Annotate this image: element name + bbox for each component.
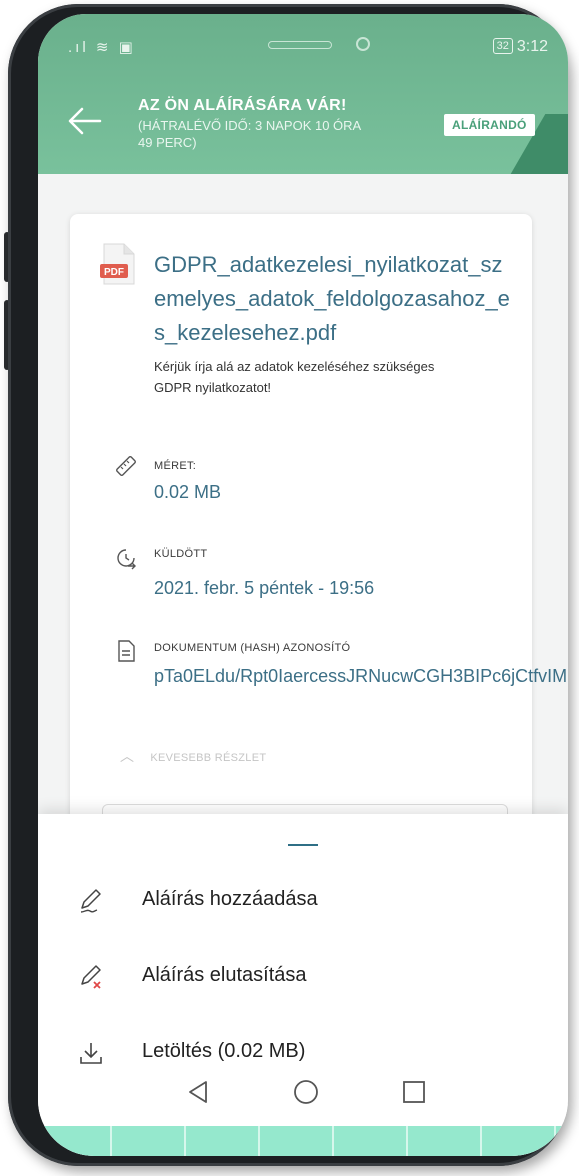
bottom-color-strip	[38, 1126, 568, 1156]
pdf-file-icon: PDF	[100, 242, 136, 286]
chevron-up-icon: ︿	[120, 748, 135, 764]
document-filename[interactable]: GDPR_adatkezelesi_nyilatkozat_szemelyes_…	[154, 248, 514, 350]
nav-back-icon[interactable]	[182, 1076, 214, 1108]
status-time: 3:12	[516, 38, 548, 55]
android-nav-bar	[38, 1064, 568, 1120]
phone-frame: .ıl ≋ ▣ 32 3:12 AZ ÖN ALÁÍRÁSÁRA VÁR! (HÁ…	[8, 4, 568, 1166]
size-label: MÉRET:	[154, 460, 197, 472]
screen: .ıl ≋ ▣ 32 3:12 AZ ÖN ALÁÍRÁSÁRA VÁR! (HÁ…	[38, 14, 568, 1156]
document-content: PDF GDPR_adatkezelesi_nyilatkozat_szemel…	[38, 174, 568, 866]
bottom-sheet: Aláírás hozzáadása Aláírás elutasítása L…	[38, 814, 568, 1156]
signal-wifi-icons: .ıl ≋ ▣	[68, 39, 136, 56]
front-camera	[356, 37, 370, 51]
pdf-tag: PDF	[104, 267, 124, 278]
reject-signature-label: Aláírás elutasítása	[142, 964, 307, 986]
back-arrow-icon[interactable]	[68, 106, 102, 142]
nav-recents-icon[interactable]	[398, 1076, 430, 1108]
clock-send-icon	[114, 546, 138, 570]
document-card: PDF GDPR_adatkezelesi_nyilatkozat_szemel…	[70, 214, 568, 866]
document-description: Kérjük írja alá az adatok kezeléséhez sz…	[154, 359, 435, 395]
remaining-time: (HÁTRALÉVŐ IDŐ: 3 NAPOK 10 ÓRA 49 PERC)	[138, 118, 361, 150]
download-label: Letöltés (0.02 MB)	[142, 1040, 306, 1062]
header-bar: .ıl ≋ ▣ 32 3:12 AZ ÖN ALÁÍRÁSÁRA VÁR! (HÁ…	[38, 14, 568, 174]
hash-label: DOKUMENTUM (HASH) AZONOSÍTÓ	[154, 642, 351, 654]
hash-value[interactable]: pTa0ELdu/Rpt0IaercessJRNucwCGH3BIPc6jCtf…	[154, 664, 568, 688]
download-icon	[78, 1040, 104, 1066]
sent-value: 2021. febr. 5 péntek - 19:56	[154, 578, 375, 598]
document-hash-icon	[114, 639, 138, 663]
size-value: 0.02 MB	[154, 482, 222, 502]
ruler-icon	[114, 454, 138, 478]
pencil-icon	[78, 888, 104, 914]
page-title: AZ ÖN ALÁÍRÁSÁRA VÁR!	[138, 97, 347, 114]
add-signature-button[interactable]: Aláírás hozzáadása	[38, 876, 568, 926]
status-bar: .ıl ≋ ▣ 32 3:12	[38, 34, 568, 64]
speaker-grille	[268, 41, 332, 49]
add-signature-label: Aláírás hozzáadása	[142, 888, 318, 910]
sent-label: KÜLDÖTT	[154, 548, 208, 560]
status-badge: ALÁÍRANDÓ	[444, 114, 535, 136]
status-right: 32 3:12	[492, 38, 548, 56]
nav-home-icon[interactable]	[290, 1076, 322, 1108]
sheet-handle[interactable]	[288, 844, 318, 846]
reject-signature-button[interactable]: Aláírás elutasítása	[38, 952, 568, 1002]
battery-icon: 32	[492, 38, 513, 54]
less-details-label: KEVESEBB RÉSZLET	[150, 752, 267, 764]
less-details-toggle[interactable]: ︿ KEVESEBB RÉSZLET	[120, 746, 266, 766]
pencil-reject-icon	[78, 964, 104, 990]
